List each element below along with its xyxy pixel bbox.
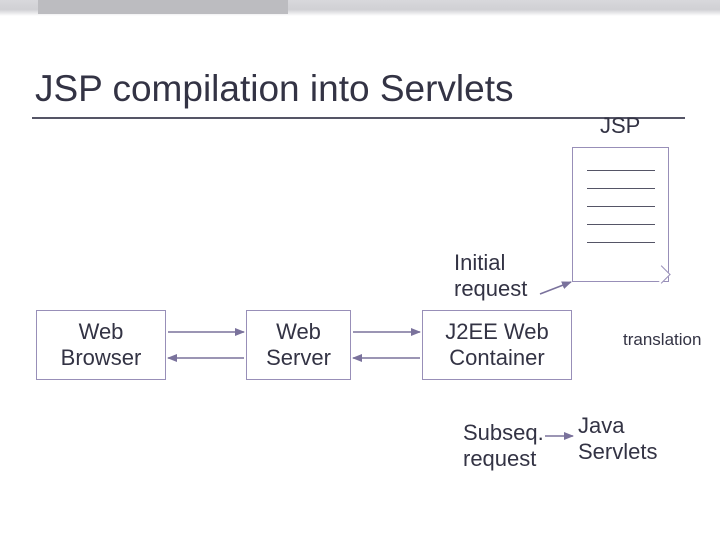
web-server-l1: Web — [276, 319, 321, 345]
initial-request-l2: request — [454, 276, 527, 301]
web-browser-l1: Web — [79, 319, 124, 345]
title-underline — [32, 117, 685, 119]
j2ee-l2: Container — [449, 345, 544, 371]
web-server-l2: Server — [266, 345, 331, 371]
subseq-l1: Subseq. — [463, 420, 544, 445]
web-browser-box: Web Browser — [36, 310, 166, 380]
java-servlets-l1: Java — [578, 413, 624, 438]
subseq-request-label: Subseq. request — [463, 420, 544, 473]
java-servlets-l2: Servlets — [578, 439, 657, 464]
initial-request-l1: Initial — [454, 250, 505, 275]
j2ee-container-box: J2EE Web Container — [422, 310, 572, 380]
jsp-label: JSP — [600, 113, 640, 139]
doc-line — [587, 170, 655, 171]
subseq-l2: request — [463, 446, 536, 471]
doc-line — [587, 206, 655, 207]
web-server-box: Web Server — [246, 310, 351, 380]
arrow-initial-request — [540, 282, 571, 294]
web-browser-l2: Browser — [61, 345, 142, 371]
slide-top-shade — [38, 0, 288, 14]
j2ee-l1: J2EE Web — [445, 319, 549, 345]
jsp-document — [572, 147, 669, 282]
doc-line — [587, 224, 655, 225]
slide-title: JSP compilation into Servlets — [35, 68, 514, 110]
doc-line — [587, 188, 655, 189]
initial-request-label: Initial request — [454, 250, 527, 303]
translation-label: translation — [623, 330, 701, 350]
java-servlets-label: Java Servlets — [578, 413, 657, 466]
doc-line — [587, 242, 655, 243]
